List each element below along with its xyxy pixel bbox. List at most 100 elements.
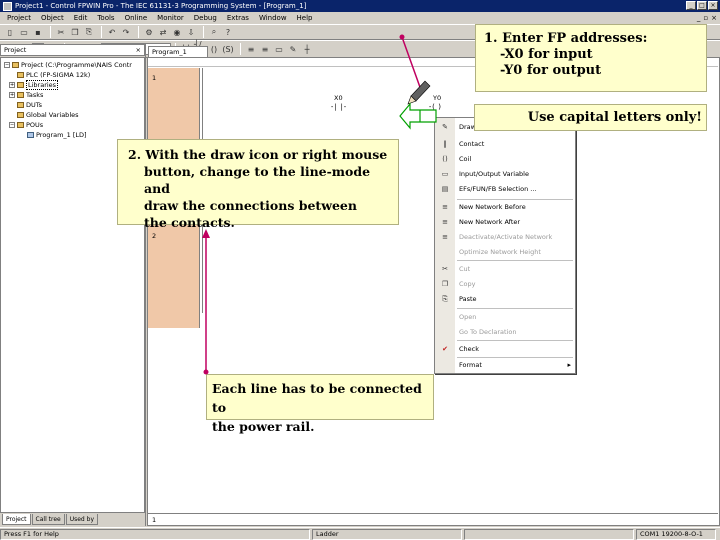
compile-icon[interactable]: ⚙: [143, 26, 155, 38]
find-icon[interactable]: ⌕: [208, 26, 220, 38]
menu-item-efs-fun-fb-selection[interactable]: ▤ EFs/FUN/FB Selection ...: [435, 182, 575, 196]
download-icon[interactable]: ⇩: [185, 26, 197, 38]
cut-icon[interactable]: ✂: [55, 26, 67, 38]
menu-project[interactable]: Project: [2, 14, 36, 22]
menu-item-coil[interactable]: () Coil: [435, 152, 575, 166]
line-icon[interactable]: ┼: [301, 43, 313, 55]
menu-item-format[interactable]: Format: [435, 358, 575, 372]
copy-icon[interactable]: ❐: [69, 26, 81, 38]
menu-item-new-network-after[interactable]: ≡ New Network After: [435, 215, 575, 229]
tree-label: Program_1 [LD]: [36, 131, 87, 139]
coil-address[interactable]: Y0: [433, 94, 441, 102]
tree-label: Libraries: [26, 80, 59, 90]
menu-object[interactable]: Object: [36, 14, 69, 22]
tree-node-project[interactable]: − Project (C:\Programme\NAIS Contr: [1, 60, 144, 70]
menu-edit[interactable]: Edit: [69, 14, 93, 22]
menu-item-copy[interactable]: ❐ Copy: [435, 277, 575, 291]
project-folder-icon: [12, 62, 19, 68]
menu-debug[interactable]: Debug: [189, 14, 222, 22]
callout-line: the power rail.: [212, 419, 315, 434]
menu-tools[interactable]: Tools: [92, 14, 119, 22]
network-after-icon[interactable]: ≡: [259, 43, 271, 55]
mdi-restore-button[interactable]: ▫: [703, 14, 708, 22]
menu-online[interactable]: Online: [120, 14, 153, 22]
collapse-icon[interactable]: −: [9, 122, 15, 128]
tree-label: PLC (FP-SIGMA 12k): [26, 71, 91, 79]
tab-call-tree[interactable]: Call tree: [31, 514, 65, 525]
ladder-program-icon: [27, 132, 34, 138]
contact-address[interactable]: X0: [334, 94, 343, 102]
minimize-button[interactable]: _: [686, 1, 696, 10]
paste-icon[interactable]: ⎘: [83, 26, 95, 38]
maximize-button[interactable]: □: [697, 1, 707, 10]
menu-item-deactivate-activate-network[interactable]: ≡ Deactivate/Activate Network: [435, 230, 575, 244]
check-icon: ✔: [442, 345, 448, 353]
tree-node-plc[interactable]: PLC (FP-SIGMA 12k): [1, 70, 144, 80]
coil-symbol[interactable]: -( ): [428, 103, 442, 111]
open-folder-icon[interactable]: ▭: [18, 26, 30, 38]
menu-extras[interactable]: Extras: [222, 14, 254, 22]
expand-icon[interactable]: +: [9, 82, 15, 88]
plc-icon: [17, 72, 24, 78]
menu-item-go-to-declaration[interactable]: Go To Declaration: [435, 325, 575, 339]
toolbar-separator: [50, 26, 51, 38]
menu-item-input-output-variable[interactable]: ▭ Input/Output Variable: [435, 167, 575, 181]
network-number: 2: [152, 232, 157, 240]
menu-help[interactable]: Help: [292, 14, 318, 22]
tree-node-duts[interactable]: DUTs: [1, 100, 144, 110]
menu-item-optimize-network-height[interactable]: Optimize Network Height: [435, 245, 575, 259]
callout-line: 1. Enter FP addresses:: [484, 31, 648, 46]
mdi-minimize-button[interactable]: _: [697, 14, 701, 22]
menu-item-paste[interactable]: ⎘ Paste: [435, 292, 575, 306]
set-coil-icon[interactable]: (S): [222, 43, 234, 55]
menu-item-open[interactable]: Open: [435, 310, 575, 324]
menu-item-check[interactable]: ✔ Check: [435, 342, 575, 356]
menu-window[interactable]: Window: [254, 14, 292, 22]
callout-line: draw the connections between: [144, 198, 357, 213]
status-bar: Press F1 for Help Ladder COM1 19200-8-O-…: [0, 527, 720, 540]
monitor-icon[interactable]: ◉: [171, 26, 183, 38]
tree-label: Tasks: [26, 91, 44, 99]
toolbar-separator: [138, 26, 139, 38]
menu-item-label: Copy: [459, 280, 476, 288]
network-before-icon[interactable]: ≡: [245, 43, 257, 55]
tree-node-tasks[interactable]: + Tasks: [1, 90, 144, 100]
help-icon[interactable]: ?: [222, 26, 234, 38]
new-icon[interactable]: ▯: [4, 26, 16, 38]
contact-icon: ‖: [443, 140, 447, 148]
function-block-icon: ▤: [441, 185, 449, 193]
redo-icon[interactable]: ↷: [120, 26, 132, 38]
menu-separator: [457, 260, 573, 261]
undo-icon[interactable]: ↶: [106, 26, 118, 38]
tab-used-by[interactable]: Used by: [65, 514, 99, 525]
coil-icon[interactable]: (): [208, 43, 220, 55]
window-controls: _ □ ×: [686, 1, 718, 10]
status-help-text: Press F1 for Help: [0, 528, 310, 540]
status-mode: Ladder: [312, 528, 462, 540]
contact-symbol[interactable]: -| |-: [330, 103, 347, 111]
tree-label: Global Variables: [26, 111, 79, 119]
close-icon[interactable]: ×: [136, 46, 141, 54]
copy-icon: ❐: [441, 280, 449, 288]
mdi-controls: _ ▫ ×: [697, 14, 717, 22]
tree-node-global-variables[interactable]: Global Variables: [1, 110, 144, 120]
menu-item-contact[interactable]: ‖ Contact: [435, 137, 575, 151]
tree-node-pous[interactable]: − POUs: [1, 120, 144, 130]
mdi-close-button[interactable]: ×: [711, 14, 717, 22]
expand-icon[interactable]: +: [9, 92, 15, 98]
callout-enter-addresses: 1. Enter FP addresses: -X0 for input -Y0…: [475, 24, 707, 92]
collapse-icon[interactable]: −: [4, 62, 10, 68]
menu-item-new-network-before[interactable]: ≡ New Network Before: [435, 200, 575, 214]
tree-node-libraries[interactable]: + Libraries: [1, 80, 144, 90]
coil-icon: (): [442, 155, 448, 163]
tab-project[interactable]: Project: [2, 514, 31, 525]
close-button[interactable]: ×: [708, 1, 718, 10]
save-icon[interactable]: ▪: [32, 26, 44, 38]
draw-line-icon[interactable]: ✎: [287, 43, 299, 55]
variable-icon[interactable]: ▭: [273, 43, 285, 55]
editor-tab-program-1[interactable]: Program_1: [148, 46, 208, 57]
menu-item-cut[interactable]: ✂ Cut: [435, 262, 575, 276]
menu-monitor[interactable]: Monitor: [152, 14, 189, 22]
online-icon[interactable]: ⇄: [157, 26, 169, 38]
callout-line: Each line has to be connected to: [212, 381, 422, 415]
